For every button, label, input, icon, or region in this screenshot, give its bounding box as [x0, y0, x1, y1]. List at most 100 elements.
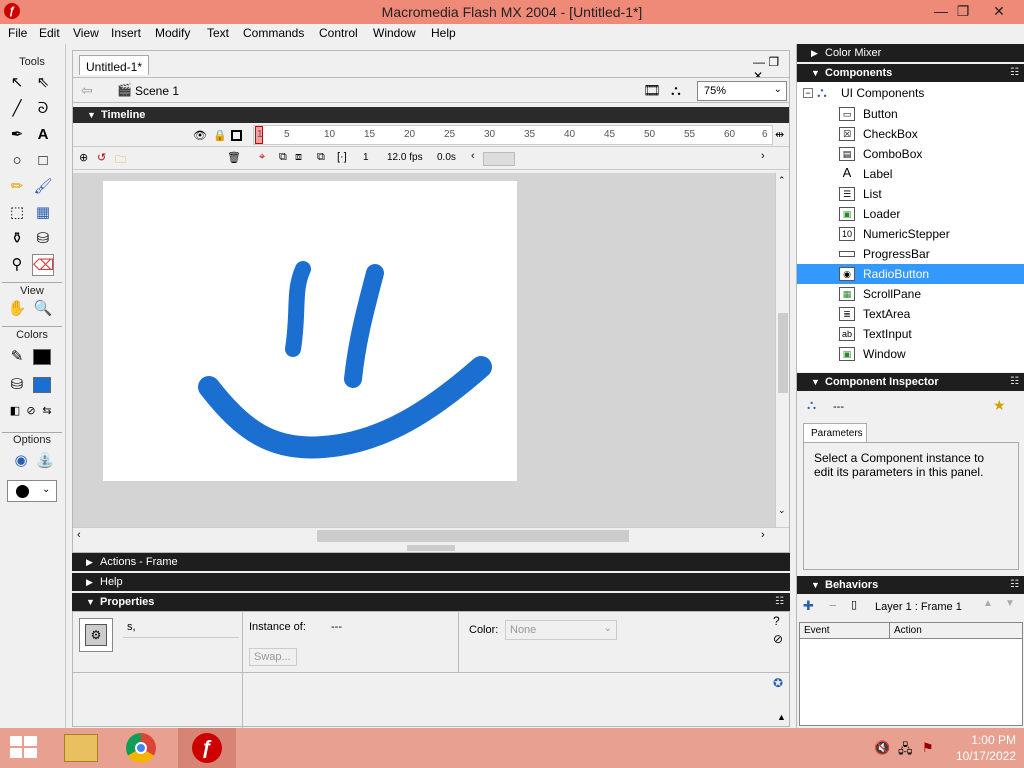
action-column-header[interactable]: Action: [890, 623, 1022, 639]
free-transform-tool-icon[interactable]: ⬚: [6, 202, 28, 224]
back-arrow-icon[interactable]: ⇦: [81, 82, 93, 99]
component-combobox[interactable]: ▤ ComboBox: [835, 144, 1024, 164]
panel-menu-icon[interactable]: ☷: [1010, 576, 1019, 594]
scroll-right-icon[interactable]: ›: [761, 529, 765, 541]
remove-behavior-icon[interactable]: −: [829, 598, 837, 613]
timeline-menu-icon[interactable]: ⇹: [775, 128, 784, 141]
behaviors-header[interactable]: ▼ Behaviors ☷: [797, 576, 1024, 594]
component-loader[interactable]: ▣ Loader: [835, 204, 1024, 224]
pen-tool-icon[interactable]: ✒: [6, 124, 28, 146]
menu-insert[interactable]: Insert: [111, 26, 141, 40]
lock-icon[interactable]: 🔒: [213, 129, 227, 142]
component-progressbar[interactable]: ProgressBar: [835, 244, 1024, 264]
frame-ruler[interactable]: 1 5 10 15 20 25 30 35 40 45 50 55 60 6: [253, 125, 773, 145]
menu-view[interactable]: View: [73, 26, 99, 40]
paint-bucket-tool-icon[interactable]: ⛁: [32, 228, 54, 250]
component-window[interactable]: ▣ Window: [835, 344, 1024, 364]
component-inspector-header[interactable]: ▼ Component Inspector ☷: [797, 373, 1024, 391]
oval-tool-icon[interactable]: ○: [6, 150, 28, 172]
text-tool-icon[interactable]: A: [32, 124, 54, 146]
stage-vertical-scrollbar[interactable]: ⌃ ⌄: [775, 173, 789, 527]
clock-date[interactable]: 10/17/2022: [944, 749, 1016, 763]
properties-panel-header[interactable]: ▼ Properties ☷: [72, 593, 790, 611]
component-radiobutton[interactable]: ◉ RadioButton: [797, 264, 1024, 284]
menu-edit[interactable]: Edit: [39, 26, 60, 40]
horizontal-scroll-thumb[interactable]: [317, 530, 629, 542]
menu-help[interactable]: Help: [431, 26, 456, 40]
menu-window[interactable]: Window: [373, 26, 416, 40]
insert-layer-icon[interactable]: ⊕: [79, 151, 88, 164]
windows-start-icon[interactable]: [10, 736, 38, 760]
hand-tool-icon[interactable]: ✋: [6, 298, 28, 320]
rectangle-tool-icon[interactable]: □: [32, 150, 54, 172]
edit-scene-icon[interactable]: 🎞: [643, 82, 661, 99]
edit-multiple-frames-icon[interactable]: ⧉: [317, 151, 325, 164]
eraser-tool-icon[interactable]: ⌫: [32, 254, 54, 276]
outline-icon[interactable]: [231, 130, 242, 141]
line-tool-icon[interactable]: ╱: [6, 98, 28, 120]
component-scrollpane[interactable]: ▦ ScrollPane: [835, 284, 1024, 304]
notification-icon[interactable]: ⚑: [922, 740, 934, 756]
stage-canvas[interactable]: [103, 181, 517, 481]
arrow-tool-icon[interactable]: ↖: [6, 72, 28, 94]
menu-file[interactable]: File: [8, 26, 27, 40]
color-mixer-header[interactable]: ▶ Color Mixer: [797, 44, 1024, 62]
flash-taskbar-button[interactable]: ƒ: [178, 728, 236, 768]
menu-text[interactable]: Text: [207, 26, 229, 40]
component-numericstepper[interactable]: 10 NumericStepper: [835, 224, 1024, 244]
add-motion-guide-icon[interactable]: ↺: [97, 151, 106, 164]
center-frame-icon[interactable]: ⌖: [259, 151, 265, 164]
stroke-color-swatch[interactable]: [33, 349, 51, 365]
component-checkbox[interactable]: ☒ CheckBox: [835, 124, 1024, 144]
panel-menu-icon[interactable]: ☷: [775, 593, 784, 611]
eraser-shape-select[interactable]: ⌄: [7, 480, 57, 502]
accessibility-icon[interactable]: ✪: [773, 676, 783, 690]
stage-horizontal-scrollbar[interactable]: ‹ ›: [73, 527, 789, 543]
scroll-right-icon[interactable]: ›: [761, 150, 765, 162]
chrome-icon[interactable]: [126, 733, 156, 763]
scene-name[interactable]: Scene 1: [135, 84, 179, 98]
edit-icon[interactable]: ⊘: [773, 632, 783, 646]
frame-rate[interactable]: 12.0 fps: [387, 152, 423, 163]
fill-transform-tool-icon[interactable]: ▦: [32, 202, 54, 224]
timeline-header[interactable]: ▼ Timeline: [73, 107, 789, 123]
component-list[interactable]: ☰ List: [835, 184, 1024, 204]
clock-time[interactable]: 1:00 PM: [944, 733, 1016, 747]
document-tab[interactable]: Untitled-1*: [79, 55, 149, 75]
scroll-left-icon[interactable]: ‹: [77, 529, 81, 541]
restore-button[interactable]: ❐: [946, 0, 980, 22]
faucet-icon[interactable]: ⛲: [34, 450, 56, 472]
fill-color-swatch[interactable]: [33, 377, 51, 393]
move-down-icon[interactable]: ▼: [1005, 598, 1015, 609]
tree-collapse-icon[interactable]: −: [803, 88, 813, 98]
onion-outlines-icon[interactable]: ⧈: [295, 151, 302, 164]
ink-bottle-tool-icon[interactable]: ⚱: [6, 228, 28, 250]
scroll-down-icon[interactable]: ⌄: [778, 505, 786, 516]
zoom-select[interactable]: 75% ⌄: [697, 81, 787, 101]
instance-name-field[interactable]: s,: [123, 618, 239, 638]
eraser-mode-icon[interactable]: ◉: [10, 450, 32, 472]
network-icon[interactable]: 🖧: [898, 740, 913, 762]
add-behavior-icon[interactable]: ✚: [803, 598, 814, 614]
menu-control[interactable]: Control: [319, 26, 358, 40]
timeline-scroll-thumb[interactable]: [483, 152, 515, 166]
scroll-left-icon[interactable]: ‹: [471, 150, 475, 162]
components-header[interactable]: ▼ Components ☷: [797, 64, 1024, 82]
pencil-tool-icon[interactable]: ✏: [6, 176, 28, 198]
insert-folder-icon[interactable]: 🗀: [115, 151, 126, 170]
component-label[interactable]: A Label: [835, 164, 1024, 184]
zoom-tool-icon[interactable]: 🔍: [32, 298, 54, 320]
menu-modify[interactable]: Modify: [155, 26, 190, 40]
delete-layer-icon[interactable]: 🗑: [227, 151, 241, 164]
onion-skin-icon[interactable]: ⧉: [279, 151, 287, 164]
modify-onion-markers-icon[interactable]: [·]: [337, 151, 347, 163]
help-panel-header[interactable]: ▶ Help: [72, 573, 790, 591]
panel-menu-icon[interactable]: ☷: [1010, 373, 1019, 391]
resize-handle[interactable]: [407, 545, 455, 551]
event-column-header[interactable]: Event: [800, 623, 890, 639]
menu-commands[interactable]: Commands: [243, 26, 304, 40]
vertical-scroll-thumb[interactable]: [778, 313, 788, 393]
move-up-icon[interactable]: ▲: [983, 598, 993, 609]
subselect-tool-icon[interactable]: ⇖: [32, 72, 54, 94]
star-icon[interactable]: ★: [993, 397, 1006, 414]
